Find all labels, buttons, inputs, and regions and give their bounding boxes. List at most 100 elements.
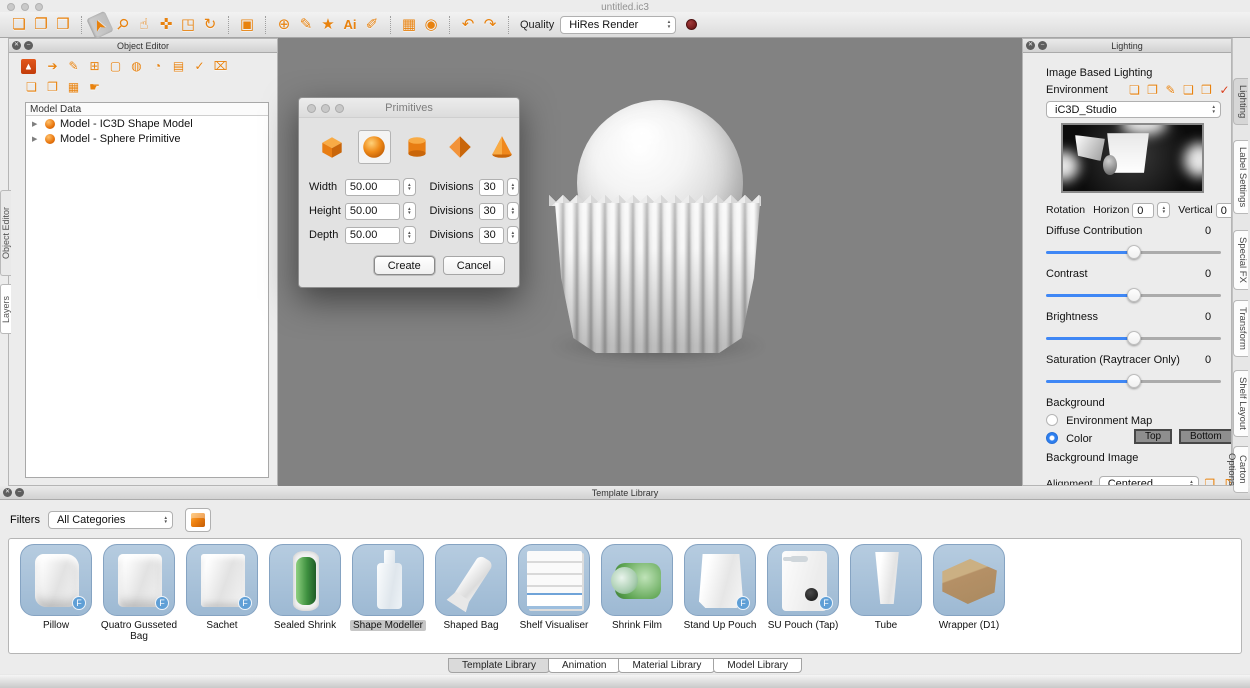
width-input[interactable]: 50.00 xyxy=(345,179,400,196)
template-tile-tube[interactable]: Tube xyxy=(847,544,925,653)
save-icon[interactable]: ❒ xyxy=(52,15,74,35)
tree-row[interactable]: ▶ Model - Sphere Primitive xyxy=(26,131,268,146)
render-image-icon[interactable]: ▦ xyxy=(398,15,420,35)
grid-icon[interactable]: ▤ xyxy=(168,59,189,74)
disclosure-triangle-icon[interactable]: ▶ xyxy=(32,135,40,143)
template-tile-shrink-film[interactable]: Shrink Film xyxy=(598,544,676,653)
primitives-dialog-titlebar[interactable]: Primitives xyxy=(299,98,519,118)
tab-template-library[interactable]: Template Library xyxy=(448,658,550,673)
env-open-icon[interactable]: ❐ xyxy=(1145,83,1160,97)
tab-object-editor[interactable]: Object Editor xyxy=(0,190,11,276)
view-cube-button-selected[interactable] xyxy=(185,508,211,532)
tree-row[interactable]: ▶ Model - IC3D Shape Model xyxy=(26,116,268,131)
move-tool-icon[interactable]: ✜ xyxy=(155,15,177,35)
horizon-input[interactable]: 0 xyxy=(1132,203,1154,218)
cylinder-primitive-icon[interactable] xyxy=(400,130,434,164)
image-small-icon[interactable]: ▦ xyxy=(63,80,84,95)
hand-add-icon[interactable]: ☛ xyxy=(84,80,105,95)
env-map-radio-row[interactable]: Environment Map xyxy=(1046,414,1152,427)
depth-input[interactable]: 50.00 xyxy=(345,227,400,244)
illustrator-import-icon[interactable]: Ai xyxy=(339,15,361,35)
height-divisions-input[interactable]: 30 xyxy=(479,203,504,220)
env-save-icon[interactable]: ❒ xyxy=(1199,83,1214,97)
env-new-icon[interactable]: ❏ xyxy=(1127,83,1142,97)
depth-stepper[interactable]: ▲▼ xyxy=(403,226,415,244)
cone-primitive-icon[interactable] xyxy=(485,130,519,164)
width-divisions-input[interactable]: 30 xyxy=(479,179,504,196)
tab-label-settings[interactable]: Label Settings xyxy=(1233,140,1248,214)
dialog-zoom-icon[interactable] xyxy=(335,104,344,113)
env-edit-icon[interactable]: ✎ xyxy=(1163,83,1178,97)
edit-pen-icon[interactable]: ✎ xyxy=(63,59,84,74)
add-shape-icon[interactable]: ⊕ xyxy=(273,15,295,35)
template-tile-shelf-visualiser[interactable]: Shelf Visualiser xyxy=(515,544,593,653)
image-fit-icon[interactable]: ▲ xyxy=(21,59,36,74)
depth-divisions-input[interactable]: 30 xyxy=(479,227,504,244)
tab-animation[interactable]: Animation xyxy=(548,658,620,673)
environment-map-radio[interactable] xyxy=(1046,414,1058,426)
slider-thumb[interactable] xyxy=(1127,374,1141,388)
quality-dropdown[interactable]: HiRes Render ▲▼ xyxy=(560,16,676,34)
bottom-color-button[interactable]: Bottom xyxy=(1179,429,1232,444)
slider-thumb[interactable] xyxy=(1127,245,1141,259)
annotate-tool-icon[interactable]: ✐ xyxy=(361,15,383,35)
template-tile-su-pouch-tap[interactable]: F SU Pouch (Tap) xyxy=(764,544,842,653)
cupcake-wrapper[interactable] xyxy=(555,203,760,353)
tab-lighting[interactable]: Lighting xyxy=(1233,78,1248,125)
delete-icon[interactable]: ⌧ xyxy=(210,59,231,74)
template-tile-quatro-gusseted-bag[interactable]: F Quatro Gusseted Bag xyxy=(100,544,178,653)
panel-collapse-icon[interactable]: – xyxy=(1038,41,1047,50)
template-tile-shaped-bag[interactable]: Shaped Bag xyxy=(432,544,510,653)
vertical-input[interactable]: 0 xyxy=(1216,203,1232,218)
textured-sphere-icon[interactable]: ◍ xyxy=(126,59,147,74)
panel-close-icon[interactable]: ✕ xyxy=(12,41,21,50)
new-document-icon[interactable]: ❏ xyxy=(8,15,30,35)
height-input[interactable]: 50.00 xyxy=(345,203,400,220)
panel-collapse-icon[interactable]: – xyxy=(24,41,33,50)
panel-collapse-icon[interactable]: – xyxy=(15,488,24,497)
slider-thumb[interactable] xyxy=(1127,331,1141,345)
dialog-minimize-icon[interactable] xyxy=(321,104,330,113)
panel-close-icon[interactable]: ✕ xyxy=(1026,41,1035,50)
template-tile-sachet[interactable]: F Sachet xyxy=(183,544,261,653)
rotate-tool-icon[interactable]: ↻ xyxy=(199,15,221,35)
scale-tool-icon[interactable]: ◳ xyxy=(177,15,199,35)
template-tile-wrapper-d1[interactable]: Wrapper (D1) xyxy=(930,544,1008,653)
tab-carton-options[interactable]: Carton Options xyxy=(1233,446,1248,493)
width-stepper[interactable]: ▲▼ xyxy=(403,178,415,196)
brightness-slider[interactable] xyxy=(1046,331,1221,345)
cube-primitive-icon[interactable] xyxy=(315,130,349,164)
tab-layers[interactable]: Layers xyxy=(0,284,11,334)
env-apply-icon[interactable]: ✓ xyxy=(1217,83,1232,97)
cancel-button[interactable]: Cancel xyxy=(443,256,505,275)
open-folder-icon[interactable]: ❐ xyxy=(30,15,52,35)
depth-divisions-stepper[interactable]: ▲▼ xyxy=(507,226,519,244)
alignment-dropdown[interactable]: Centered ▲▼ xyxy=(1099,476,1199,486)
tab-transform[interactable]: Transform xyxy=(1233,300,1248,357)
redo-icon[interactable]: ↷ xyxy=(479,15,501,35)
tab-model-library[interactable]: Model Library xyxy=(713,658,802,673)
width-divisions-stepper[interactable]: ▲▼ xyxy=(507,178,519,196)
color-radio[interactable] xyxy=(1046,432,1058,444)
diffuse-slider[interactable] xyxy=(1046,245,1221,259)
contrast-slider[interactable] xyxy=(1046,288,1221,302)
disclosure-triangle-icon[interactable]: ▶ xyxy=(32,120,40,128)
create-button[interactable]: Create xyxy=(374,256,435,275)
add-node-icon[interactable]: ⊞ xyxy=(84,59,105,74)
saturation-slider[interactable] xyxy=(1046,374,1221,388)
folder-icon[interactable]: ❐ xyxy=(42,80,63,95)
panel-close-icon[interactable]: ✕ xyxy=(3,488,12,497)
shape-icon[interactable]: ▢ xyxy=(105,59,126,74)
tab-material-library[interactable]: Material Library xyxy=(618,658,715,673)
env-doc-icon[interactable]: ❑ xyxy=(1181,83,1196,97)
bg-image-open-icon[interactable]: ❐ xyxy=(1199,474,1221,486)
folder-add-icon[interactable]: ❏ xyxy=(21,80,42,95)
diamond-primitive-icon[interactable] xyxy=(443,130,477,164)
horizon-stepper[interactable]: ▲▼ xyxy=(1157,202,1170,218)
star-tool-icon[interactable]: ★ xyxy=(317,15,339,35)
category-filter-dropdown[interactable]: All Categories ▲▼ xyxy=(48,511,173,529)
template-tile-shape-modeller[interactable]: Shape Modeller xyxy=(349,544,427,653)
height-divisions-stepper[interactable]: ▲▼ xyxy=(507,202,519,220)
sphere-primitive-icon[interactable] xyxy=(358,130,392,164)
confirm-icon[interactable]: ✓ xyxy=(189,59,210,74)
